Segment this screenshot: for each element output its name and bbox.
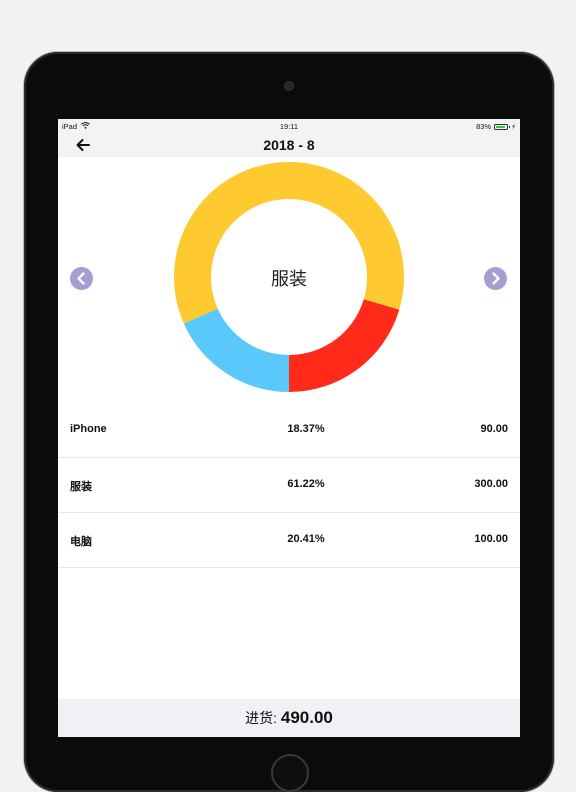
battery-percent: 83% [476,122,492,131]
screen: iPad 19:11 83% ⚡ 2018 - 8 服装 iPhone 18.3… [58,119,520,737]
nav-bar: 2018 - 8 [58,133,520,157]
home-button[interactable] [271,754,309,792]
row-name: 服装 [70,481,92,493]
row-percent: 20.41% [287,533,325,545]
row-percent: 18.37% [287,423,325,435]
row-name: 电脑 [70,536,92,548]
donut-center-label: 服装 [271,269,307,289]
table-row[interactable]: 电脑 20.41% 100.00 [58,513,520,568]
charging-icon: ⚡ [511,123,516,131]
category-table: iPhone 18.37% 90.00 服装 61.22% 300.00 电脑 … [58,403,520,568]
total-label: 进货: [245,710,281,726]
donut-chart-area: 服装 [58,157,520,403]
table-row[interactable]: iPhone 18.37% 90.00 [58,403,520,458]
row-amount: 100.00 [474,533,508,545]
donut-slice-0[interactable] [183,308,289,392]
page-title: 2018 - 8 [263,137,315,153]
row-name: iPhone [70,423,107,435]
row-amount: 300.00 [474,478,508,490]
table-row[interactable]: 服装 61.22% 300.00 [58,458,520,513]
status-bar: iPad 19:11 83% ⚡ [58,119,520,133]
row-amount: 90.00 [480,423,508,435]
total-value: 490.00 [280,708,333,727]
camera [285,82,293,90]
donut-slice-2[interactable] [289,299,400,392]
total-footer: 进货: 490.00 [58,699,520,737]
status-time: 19:11 [279,122,299,131]
row-percent: 61.22% [287,478,325,490]
donut-slice-1[interactable] [174,161,405,324]
battery-icon [494,123,511,130]
